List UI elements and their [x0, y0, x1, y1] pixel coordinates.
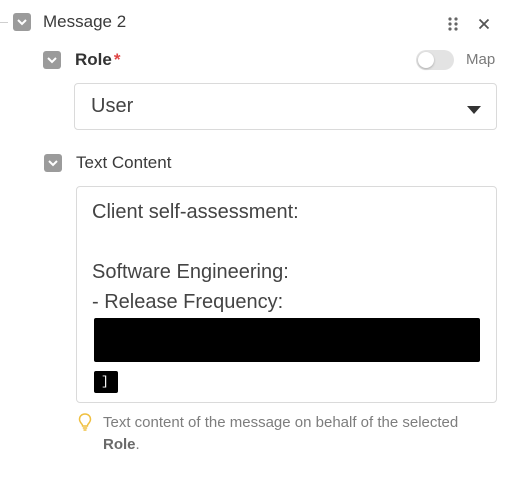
role-label: Role *	[75, 50, 120, 70]
tree-connector	[0, 22, 8, 23]
hint-role-link: Role	[103, 436, 136, 453]
code-line: 1. Fields.How frequently do you release	[102, 365, 407, 380]
content-line: Software Engineering:	[92, 261, 289, 283]
template-variable-close[interactable]: ]	[94, 371, 118, 393]
role-select-value: User	[91, 95, 134, 117]
required-indicator: *	[113, 50, 121, 69]
checkbox-checked-icon	[47, 57, 57, 64]
content-line: Client self-assessment:	[92, 201, 299, 223]
role-select[interactable]: User	[74, 83, 497, 130]
text-content-checkbox[interactable]	[44, 154, 62, 172]
hint-main: Text content of the message on behalf of…	[103, 414, 459, 431]
map-toggle-knob	[418, 52, 434, 68]
dropdown-caret-icon	[467, 102, 481, 120]
map-toggle[interactable]	[416, 50, 454, 70]
text-content-label: Text Content	[76, 153, 172, 172]
content-line: - Release Frequency:	[92, 291, 284, 313]
template-variable-block[interactable]: 1. Fields.How frequently do you release …	[94, 318, 480, 446]
message-title: Message 2	[43, 12, 127, 31]
checkbox-checked-icon	[48, 160, 58, 167]
text-content-editor[interactable]: Client self-assessment: Software Enginee…	[76, 186, 497, 446]
role-label-text: Role	[75, 50, 112, 69]
checkbox-checked-icon	[17, 19, 27, 26]
role-checkbox[interactable]	[43, 51, 61, 69]
hint-period: .	[135, 436, 140, 453]
hint-text: Text content of the message on behalf of…	[103, 412, 503, 456]
message-collapse-checkbox[interactable]	[13, 13, 31, 31]
drag-handle-icon[interactable]	[447, 16, 459, 32]
map-label: Map	[466, 51, 496, 68]
lightbulb-icon	[78, 413, 92, 436]
close-icon[interactable]	[478, 17, 490, 30]
